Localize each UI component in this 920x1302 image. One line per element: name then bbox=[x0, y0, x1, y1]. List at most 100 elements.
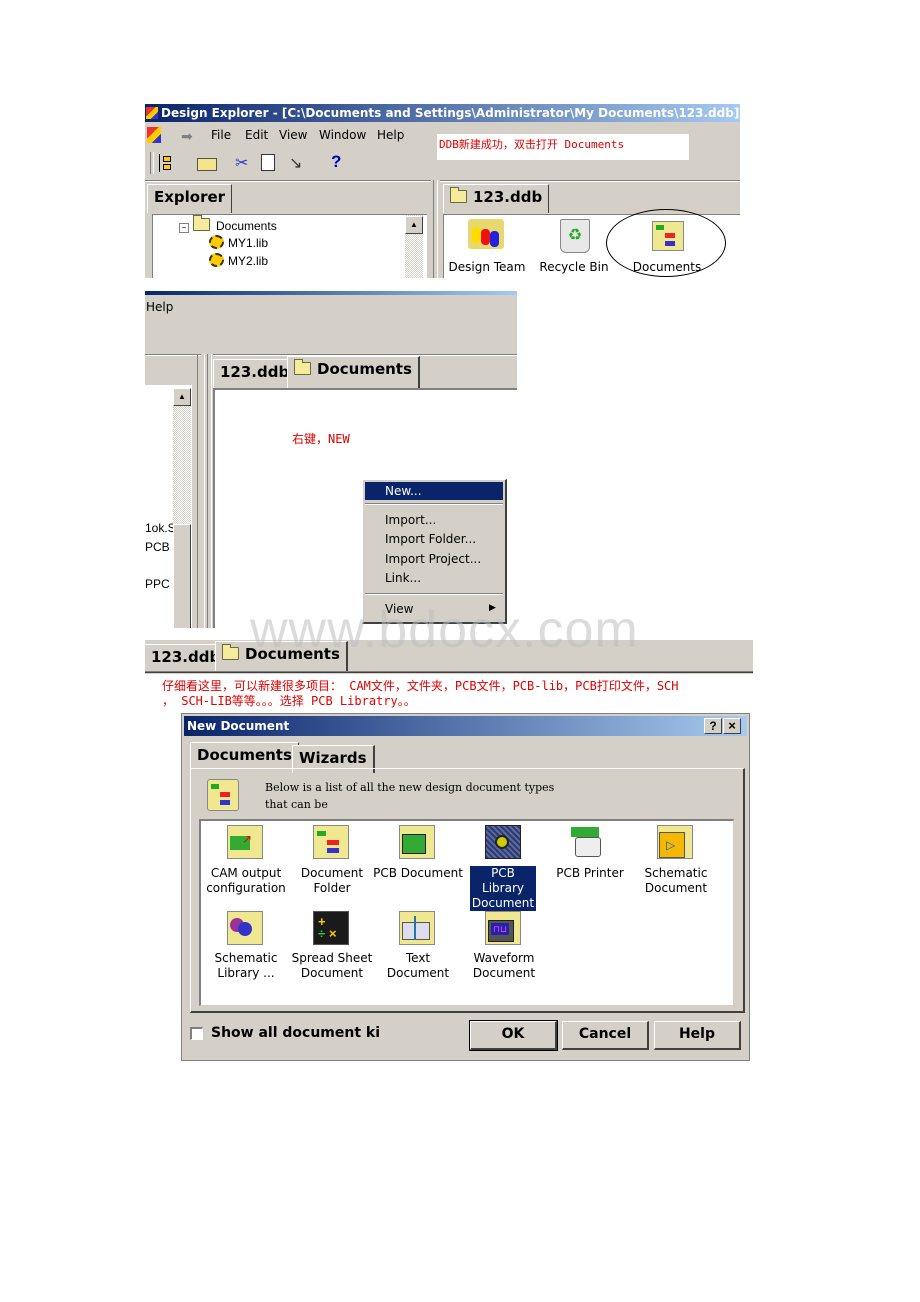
open-folder-icon[interactable] bbox=[197, 158, 217, 171]
doc-type-cam-output[interactable]: ↗ CAM output configuration bbox=[201, 821, 289, 901]
doc-type-document-folder[interactable]: Document Folder bbox=[287, 821, 375, 901]
doc-type-text[interactable]: Text Document bbox=[373, 909, 461, 989]
tab-page: Below is a list of all the new design do… bbox=[190, 768, 745, 1013]
doc-type-waveform[interactable]: ⊓⊔ Waveform Document bbox=[459, 909, 547, 989]
vertical-scrollbar[interactable]: ▲ bbox=[173, 388, 191, 628]
context-item-link[interactable]: Link... bbox=[385, 571, 421, 585]
cam-output-icon: ↗ bbox=[227, 825, 263, 859]
schematic-library-icon bbox=[227, 911, 263, 945]
menu-help-label: Help bbox=[146, 300, 174, 314]
collapse-icon[interactable]: − bbox=[179, 223, 189, 233]
design-team-icon[interactable] bbox=[468, 219, 504, 249]
folder-icon bbox=[222, 644, 239, 660]
label-line: Document bbox=[471, 896, 535, 910]
menu-window[interactable]: Window bbox=[319, 128, 366, 142]
tab-123-ddb[interactable]: 123.ddb bbox=[443, 184, 550, 213]
annotation-text: 右键，NEW bbox=[292, 432, 350, 446]
tree-fragment[interactable]: PPC bbox=[145, 577, 170, 591]
scroll-up-button[interactable]: ▲ bbox=[405, 216, 423, 234]
folder-icon bbox=[193, 215, 210, 231]
doc-type-pcb-library[interactable]: PCB Library Document bbox=[459, 821, 547, 912]
context-item-import[interactable]: Import... bbox=[385, 513, 436, 527]
panel-divider bbox=[433, 180, 438, 278]
wand-icon[interactable]: ↘ bbox=[289, 153, 302, 173]
description-line-1: Below is a list of all the new design do… bbox=[265, 781, 555, 794]
doc-type-spreadsheet[interactable]: + × ÷ Spread Sheet Document bbox=[287, 909, 375, 989]
close-icon: × bbox=[728, 718, 736, 733]
menu-view-label: View bbox=[279, 128, 308, 142]
back-arrow-icon[interactable]: ➡ bbox=[181, 128, 193, 145]
menu-help[interactable]: Help bbox=[146, 300, 173, 314]
menu-help[interactable]: Help bbox=[377, 128, 404, 142]
tree-fragment[interactable]: PCB bbox=[145, 540, 170, 554]
dialog-title: New Document bbox=[187, 719, 290, 733]
tab-123-ddb[interactable]: 123.ddb bbox=[213, 359, 297, 388]
context-item-import-folder[interactable]: Import Folder... bbox=[385, 532, 476, 546]
cut-icon[interactable]: ✂ bbox=[235, 153, 248, 173]
show-all-checkbox[interactable] bbox=[190, 1027, 203, 1040]
context-item-new[interactable]: New... bbox=[365, 482, 503, 500]
document-type-list[interactable]: ↗ CAM output configuration Document Fold… bbox=[199, 819, 734, 1006]
ok-label: OK bbox=[501, 1026, 525, 1042]
tree-item-my1[interactable]: MY1.lib bbox=[209, 235, 268, 250]
doc-type-pcb-printer[interactable]: PCB Printer bbox=[545, 821, 633, 901]
doc-type-label: Text bbox=[405, 951, 431, 965]
menu-separator bbox=[365, 593, 503, 595]
tab-label: 123.ddb bbox=[151, 648, 221, 666]
doc-type-label: PCB Document bbox=[373, 866, 463, 880]
menu-edit[interactable]: Edit bbox=[245, 128, 268, 142]
tree-label: Documents bbox=[216, 219, 277, 233]
menu-view[interactable]: View bbox=[279, 128, 307, 142]
tab-label: Documents bbox=[197, 746, 292, 764]
cancel-button[interactable]: Cancel bbox=[562, 1021, 649, 1050]
ddb-content: Design Team ♻ Recycle Bin Documents bbox=[443, 209, 740, 278]
doc-logo-icon bbox=[147, 127, 161, 143]
tree-item-my2[interactable]: MY2.lib bbox=[209, 253, 268, 268]
document-folder-icon bbox=[313, 825, 349, 859]
doc-type-schematic-library[interactable]: Schematic Library ... bbox=[201, 909, 289, 989]
doc-type-label: Waveform bbox=[473, 951, 535, 965]
doc-type-label: configuration bbox=[206, 881, 286, 895]
menu-file[interactable]: File bbox=[211, 128, 231, 142]
context-item-label: New... bbox=[385, 484, 422, 498]
ok-button[interactable]: OK bbox=[469, 1020, 558, 1051]
scroll-up-button[interactable]: ▲ bbox=[173, 388, 191, 406]
help-label: Help bbox=[678, 1026, 716, 1042]
show-all-label[interactable]: Show all document ki bbox=[211, 1025, 380, 1041]
doc-type-label: Schematic bbox=[644, 866, 708, 880]
window-title: Design Explorer - [C:\Documents and Sett… bbox=[161, 106, 740, 120]
library-icon bbox=[209, 235, 224, 249]
menu-separator bbox=[365, 503, 503, 505]
waveform-icon: ⊓⊔ bbox=[485, 911, 521, 945]
menu-file-label: File bbox=[211, 128, 232, 142]
doc-type-label: Document bbox=[472, 966, 536, 980]
tab-label: 123.ddb bbox=[473, 188, 543, 206]
doc-type-label-selected: PCB Library Document bbox=[469, 865, 537, 912]
highlight-ellipse bbox=[606, 209, 726, 277]
toolbar-divider bbox=[150, 152, 154, 174]
doc-type-pcb-document[interactable]: PCB Document bbox=[373, 821, 463, 901]
help-icon[interactable]: ? bbox=[331, 152, 341, 172]
doc-type-schematic[interactable]: ▷ Schematic Document bbox=[631, 821, 719, 901]
dialog-help-button[interactable]: ? bbox=[704, 718, 722, 734]
doc-type-label: Spread Sheet bbox=[291, 951, 373, 965]
dialog-close-button[interactable]: × bbox=[723, 718, 741, 734]
help-icon: ? bbox=[709, 719, 717, 733]
annotation-box: DDB新建成功，双击打开 Documents bbox=[437, 134, 689, 160]
tab-explorer[interactable]: Explorer bbox=[147, 184, 233, 213]
scroll-thumb[interactable] bbox=[173, 524, 191, 628]
paste-icon[interactable] bbox=[261, 154, 275, 171]
vertical-scrollbar[interactable]: ▲ bbox=[405, 215, 423, 278]
help-button[interactable]: Help bbox=[654, 1021, 741, 1050]
tree-fragment[interactable]: 1ok.S bbox=[145, 521, 176, 535]
tree-item-documents[interactable]: − Documents bbox=[179, 215, 277, 233]
tab-documents[interactable]: Documents bbox=[287, 356, 420, 388]
document-folder-icon bbox=[207, 779, 239, 811]
doc-type-label: CAM output bbox=[210, 866, 282, 880]
tree-icon[interactable] bbox=[159, 154, 174, 172]
tree-label: MY1.lib bbox=[228, 236, 269, 250]
item-label: Recycle Bin bbox=[539, 260, 609, 274]
context-item-import-project[interactable]: Import Project... bbox=[385, 552, 481, 566]
recycle-bin-icon[interactable]: ♻ bbox=[560, 219, 590, 253]
new-document-dialog: New Document ? × Documents Wizards Below… bbox=[181, 713, 750, 1061]
